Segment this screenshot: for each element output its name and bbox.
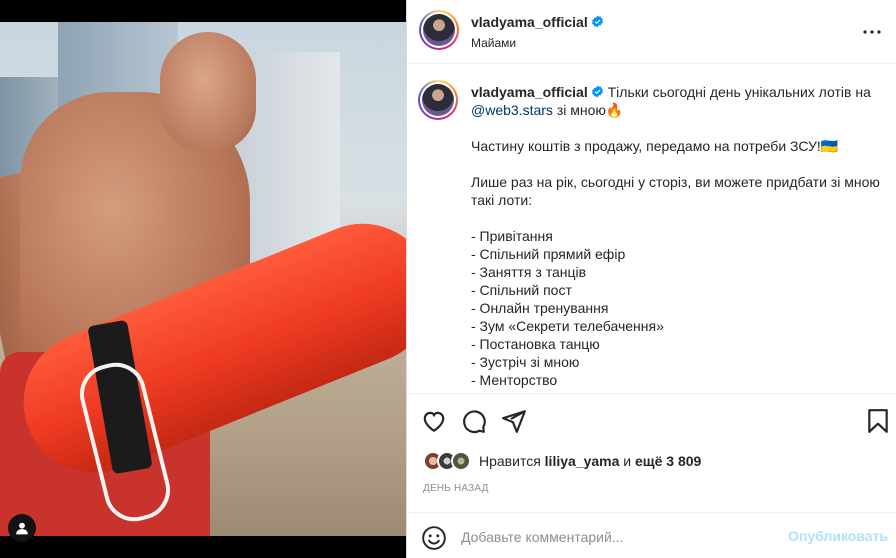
post-photo	[0, 22, 406, 536]
comment-input[interactable]	[461, 527, 781, 547]
avatar	[451, 451, 471, 471]
likes-summary[interactable]: Нравится liliya_yama и ещё 3 809	[423, 449, 701, 473]
list-item: - Зум «Секрети телебачення»	[471, 318, 664, 334]
verified-badge-icon	[591, 85, 603, 98]
post-timestamp[interactable]: ДЕНЬ НАЗАД	[423, 483, 489, 494]
list-item: - Спільний пост	[471, 282, 572, 298]
list-item: - Постановка танцю	[471, 336, 600, 352]
likes-conjunction: и	[623, 453, 632, 469]
caption-intro: Тільки сьогодні день унікальних лотів на	[607, 84, 871, 100]
post-media[interactable]	[0, 0, 406, 558]
list-item: - Онлайн тренування	[471, 300, 609, 316]
post-caption: vladyama_official Тільки сьогодні день у…	[407, 65, 896, 393]
caption-paragraph: Частину коштів з продажу, передамо на по…	[471, 138, 839, 154]
avatar[interactable]	[419, 10, 459, 50]
list-item: - Спільний прямий ефір	[471, 246, 626, 262]
comment-bar: Опубликовать	[407, 512, 896, 558]
list-item: - Привітання	[471, 228, 553, 244]
caption-paragraph: Лише раз на рік, сьогодні у сторіз, ви м…	[471, 174, 880, 208]
lot-list: - Привітання - Спільний прямий ефір - За…	[471, 227, 881, 389]
publish-button[interactable]: Опубликовать	[788, 528, 888, 544]
likes-count[interactable]: ещё 3 809	[635, 453, 701, 469]
list-item: - Заняття з танців	[471, 264, 587, 280]
more-options-icon[interactable]	[860, 20, 884, 44]
list-item: - Зустріч зі мною	[471, 354, 580, 370]
header-username[interactable]: vladyama_official	[471, 14, 604, 30]
post-sidebar: vladyama_official Майами vladyama_offici…	[407, 0, 896, 558]
emoji-icon[interactable]	[421, 525, 447, 551]
post-header: vladyama_official Майами	[407, 0, 896, 64]
likes-prefix: Нравится	[479, 453, 541, 469]
mention-link[interactable]: @web3.stars	[471, 102, 553, 118]
verified-badge-icon	[591, 15, 603, 28]
tagged-users-icon[interactable]	[8, 514, 36, 542]
list-item: - Менторство	[471, 372, 558, 388]
caption-username[interactable]: vladyama_official	[471, 84, 604, 100]
post-location[interactable]: Майами	[471, 36, 516, 50]
bookmark-icon[interactable]	[865, 408, 891, 434]
liker-username[interactable]: liliya_yama	[545, 453, 620, 469]
share-icon[interactable]	[501, 408, 527, 434]
post-actions: Нравится liliya_yama и ещё 3 809 ДЕНЬ НА…	[407, 393, 896, 558]
comment-icon[interactable]	[461, 408, 487, 434]
caption-avatar[interactable]	[418, 80, 458, 120]
caption-intro-tail: зі мною🔥	[556, 102, 624, 118]
heart-icon[interactable]	[421, 408, 447, 434]
